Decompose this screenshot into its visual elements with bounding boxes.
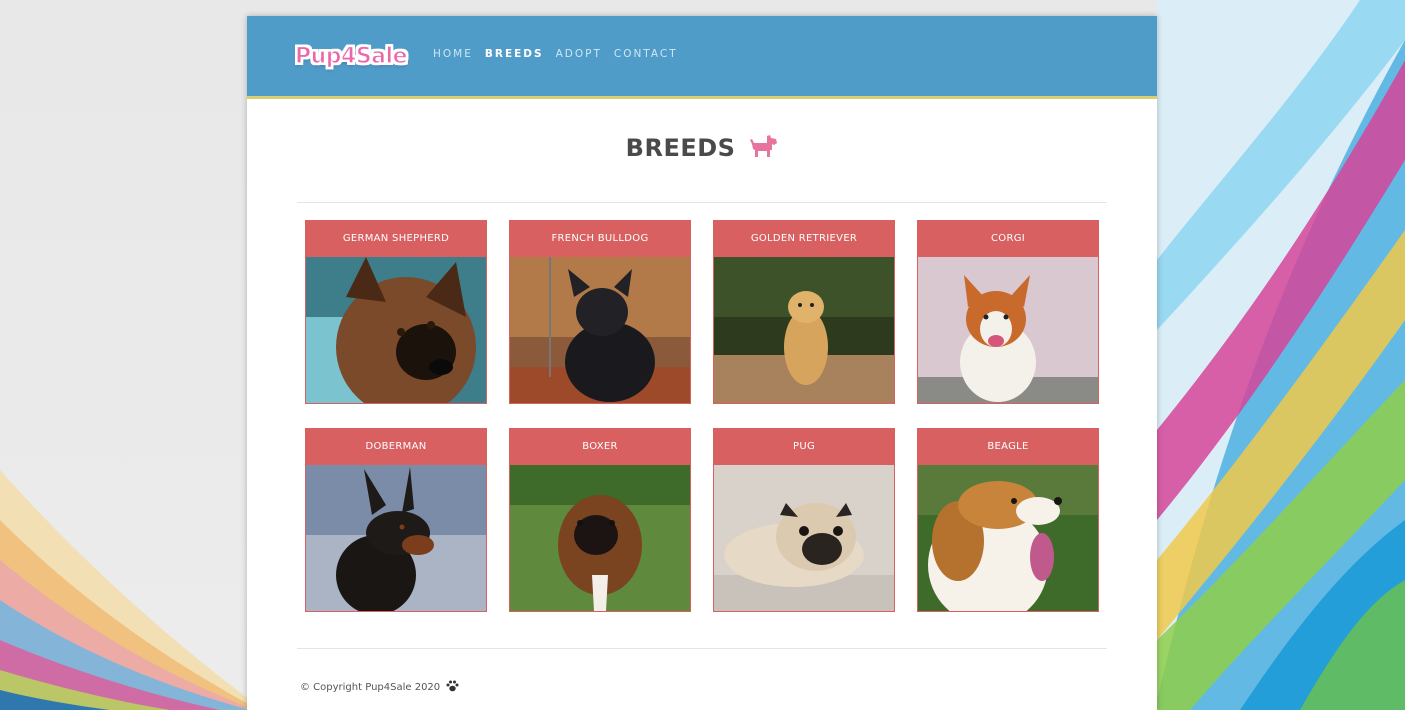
page-title-text: BREEDS xyxy=(625,134,736,162)
nav-contact[interactable]: CONTACT xyxy=(614,48,678,60)
beagle-photo xyxy=(918,465,1098,611)
breed-card-pug[interactable]: PUG xyxy=(713,428,895,612)
nav-adopt[interactable]: ADOPT xyxy=(556,48,602,60)
breed-name: PUG xyxy=(714,429,894,465)
breed-name: GERMAN SHEPHERD xyxy=(306,221,486,257)
dog-icon xyxy=(750,135,778,165)
doberman-photo xyxy=(306,465,486,611)
copyright-text: © Copyright Pup4Sale 2020 xyxy=(300,682,441,693)
main-nav: HOME BREEDS ADOPT CONTACT xyxy=(433,48,690,60)
breed-card-golden-retriever[interactable]: GOLDEN RETRIEVER xyxy=(713,220,895,404)
boxer-photo xyxy=(510,465,690,611)
bottom-divider xyxy=(297,648,1107,649)
breed-name: GOLDEN RETRIEVER xyxy=(714,221,894,257)
breed-card-boxer[interactable]: BOXER xyxy=(509,428,691,612)
breed-name: FRENCH BULLDOG xyxy=(510,221,690,257)
corgi-photo xyxy=(918,257,1098,403)
breed-card-corgi[interactable]: CORGI xyxy=(917,220,1099,404)
golden-retriever-photo xyxy=(714,257,894,403)
breed-name: DOBERMAN xyxy=(306,429,486,465)
nav-breeds[interactable]: BREEDS xyxy=(485,48,544,60)
pug-photo xyxy=(714,465,894,611)
breed-card-french-bulldog[interactable]: FRENCH BULLDOG xyxy=(509,220,691,404)
german-shepherd-photo xyxy=(306,257,486,403)
breed-name: BOXER xyxy=(510,429,690,465)
site-logo[interactable]: Pup4Sale xyxy=(294,40,408,74)
breed-card-doberman[interactable]: DOBERMAN xyxy=(305,428,487,612)
top-divider xyxy=(297,202,1107,203)
breed-name: CORGI xyxy=(918,221,1098,257)
breed-card-beagle[interactable]: BEAGLE xyxy=(917,428,1099,612)
site-container: Pup4Sale HOME BREEDS ADOPT CONTACT BREED… xyxy=(247,16,1157,710)
footer: © Copyright Pup4Sale 2020 xyxy=(300,680,459,695)
paw-icon xyxy=(446,680,459,695)
breed-card-german-shepherd[interactable]: GERMAN SHEPHERD xyxy=(305,220,487,404)
header-bar: Pup4Sale HOME BREEDS ADOPT CONTACT xyxy=(247,16,1157,99)
breed-name: BEAGLE xyxy=(918,429,1098,465)
french-bulldog-photo xyxy=(510,257,690,403)
page-title: BREEDS xyxy=(247,134,1157,165)
nav-home[interactable]: HOME xyxy=(433,48,473,60)
